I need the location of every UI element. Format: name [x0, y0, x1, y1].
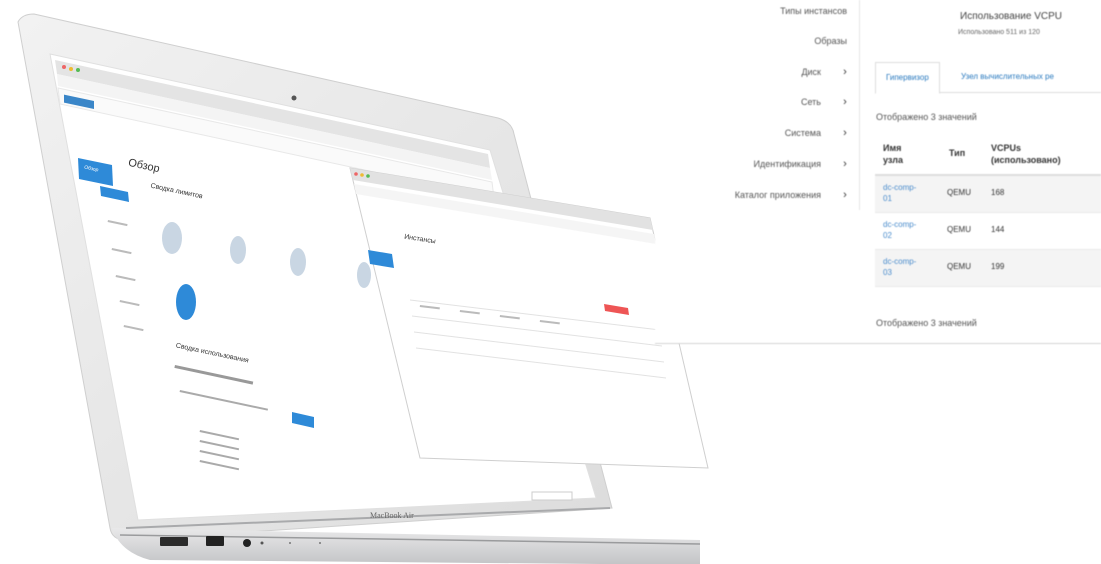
table-row: dc-comp-01 QEMU 168: [875, 176, 1101, 213]
sidebar-item-disk[interactable]: Диск ›: [801, 63, 855, 81]
chevron-right-icon: ›: [843, 189, 847, 201]
hypervisor-type: QEMU: [947, 262, 971, 271]
column-header-vcpus[interactable]: VCPUs (использовано): [991, 142, 1091, 166]
tab-hypervisor[interactable]: Гипервизор: [875, 62, 940, 94]
sidebar-item-label: Диск: [801, 67, 821, 77]
zoomed-ui-panel: Типы инстансов Образы Диск › Сеть › Систем…: [655, 0, 1101, 344]
vcpus-used: 144: [991, 225, 1005, 234]
sidebar-item-identity[interactable]: Идентификация ›: [754, 155, 855, 173]
hypervisor-type: QEMU: [947, 188, 971, 197]
chevron-right-icon: ›: [843, 158, 847, 170]
vcpus-used: 168: [991, 188, 1005, 197]
items-count-bottom: Отображено 3 значений: [876, 318, 977, 328]
sidebar-divider: [859, 0, 860, 210]
sidebar-item-label: Каталог приложения: [734, 190, 821, 200]
column-header-name[interactable]: Имя узла: [883, 142, 921, 166]
chevron-right-icon: ›: [843, 127, 847, 139]
vcpus-used: 199: [991, 262, 1005, 271]
sidebar-item-system[interactable]: Система ›: [785, 124, 855, 142]
tab-compute-nodes[interactable]: Узел вычислительных ре: [961, 62, 1054, 92]
vcpu-usage-subtitle: Использовано 511 из 120: [958, 29, 1040, 36]
sidebar-item-label: Идентификация: [753, 159, 821, 169]
sidebar-item-label: Сеть: [800, 97, 821, 107]
sidebar-item-label: Образы: [814, 36, 847, 46]
sidebar-item-label: Система: [784, 128, 821, 138]
items-count-top: Отображено 3 значений: [876, 112, 977, 122]
column-header-type[interactable]: Тип: [949, 148, 965, 158]
chevron-right-icon: ›: [843, 66, 847, 78]
host-link[interactable]: dc-comp-01: [883, 182, 923, 204]
sidebar-item-app-catalog[interactable]: Каталог приложения ›: [735, 186, 855, 204]
sidebar-item-network[interactable]: Сеть ›: [801, 93, 855, 111]
chevron-right-icon: ›: [843, 96, 847, 108]
tab-bar: Гипервизор Узел вычислительных ре: [875, 62, 1101, 94]
hypervisor-type: QEMU: [947, 225, 971, 234]
front-window: [349, 167, 709, 469]
sidebar-item-instance-types[interactable]: Типы инстансов: [780, 2, 847, 20]
host-link[interactable]: dc-comp-03: [883, 256, 923, 278]
table-header: Имя узла Тип VCPUs (использовано): [875, 132, 1101, 176]
hypervisor-table: Имя узла Тип VCPUs (использовано) dc-com…: [875, 132, 1101, 287]
table-row: dc-comp-03 QEMU 199: [875, 250, 1101, 287]
host-link[interactable]: dc-comp-02: [883, 219, 923, 241]
table-row: dc-comp-02 QEMU 144: [875, 213, 1101, 250]
sidebar-item-label: Типы инстансов: [780, 6, 847, 16]
vcpu-usage-title: Использование VCPU: [960, 11, 1063, 22]
sidebar-item-images[interactable]: Образы: [814, 32, 847, 50]
laptop-brand: MacBook Air: [370, 511, 414, 520]
